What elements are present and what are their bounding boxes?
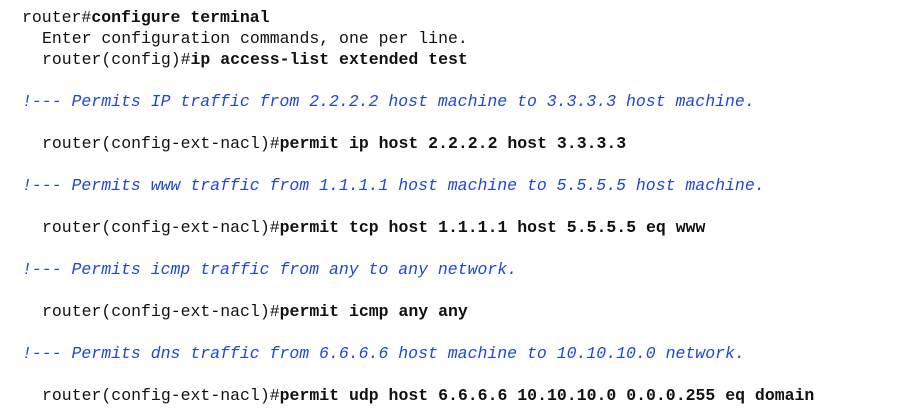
command: configure terminal <box>91 8 270 27</box>
terminal-line-permit-tcp: router(config-ext-nacl)#permit tcp host … <box>22 217 705 239</box>
terminal-line-access-list: router(config)#ip access-list extended t… <box>22 49 468 71</box>
terminal-line-configure: router#configure terminal <box>22 7 270 29</box>
prompt: router(config-ext-nacl)# <box>42 134 280 153</box>
command: permit icmp any any <box>279 302 468 321</box>
command: permit ip host 2.2.2.2 host 3.3.3.3 <box>279 134 627 153</box>
page: { "lines": [ {"prompt": "router#", "comm… <box>0 0 924 411</box>
prompt: router(config-ext-nacl)# <box>42 218 280 237</box>
comment-line: !--- Permits IP traffic from 2.2.2.2 hos… <box>22 92 755 111</box>
prompt: router# <box>22 8 92 27</box>
command: permit udp host 6.6.6.6 10.10.10.0 0.0.0… <box>279 386 815 405</box>
command: ip access-list extended test <box>190 50 468 69</box>
comment-line: !--- Permits icmp traffic from any to an… <box>22 260 518 279</box>
terminal-line-permit-ip: router(config-ext-nacl)#permit ip host 2… <box>22 133 626 155</box>
terminal-line-permit-icmp: router(config-ext-nacl)#permit icmp any … <box>22 301 468 323</box>
terminal-line-permit-udp: router(config-ext-nacl)#permit udp host … <box>22 385 814 407</box>
comment-line: !--- Permits www traffic from 1.1.1.1 ho… <box>22 176 765 195</box>
prompt: router(config-ext-nacl)# <box>42 302 280 321</box>
command: permit tcp host 1.1.1.1 host 5.5.5.5 eq … <box>279 218 706 237</box>
terminal-line-info: Enter configuration commands, one per li… <box>22 28 468 50</box>
output-text: Enter configuration commands, one per li… <box>42 29 468 48</box>
prompt: router(config-ext-nacl)# <box>42 386 280 405</box>
comment-line: !--- Permits dns traffic from 6.6.6.6 ho… <box>22 344 745 363</box>
prompt: router(config)# <box>42 50 191 69</box>
